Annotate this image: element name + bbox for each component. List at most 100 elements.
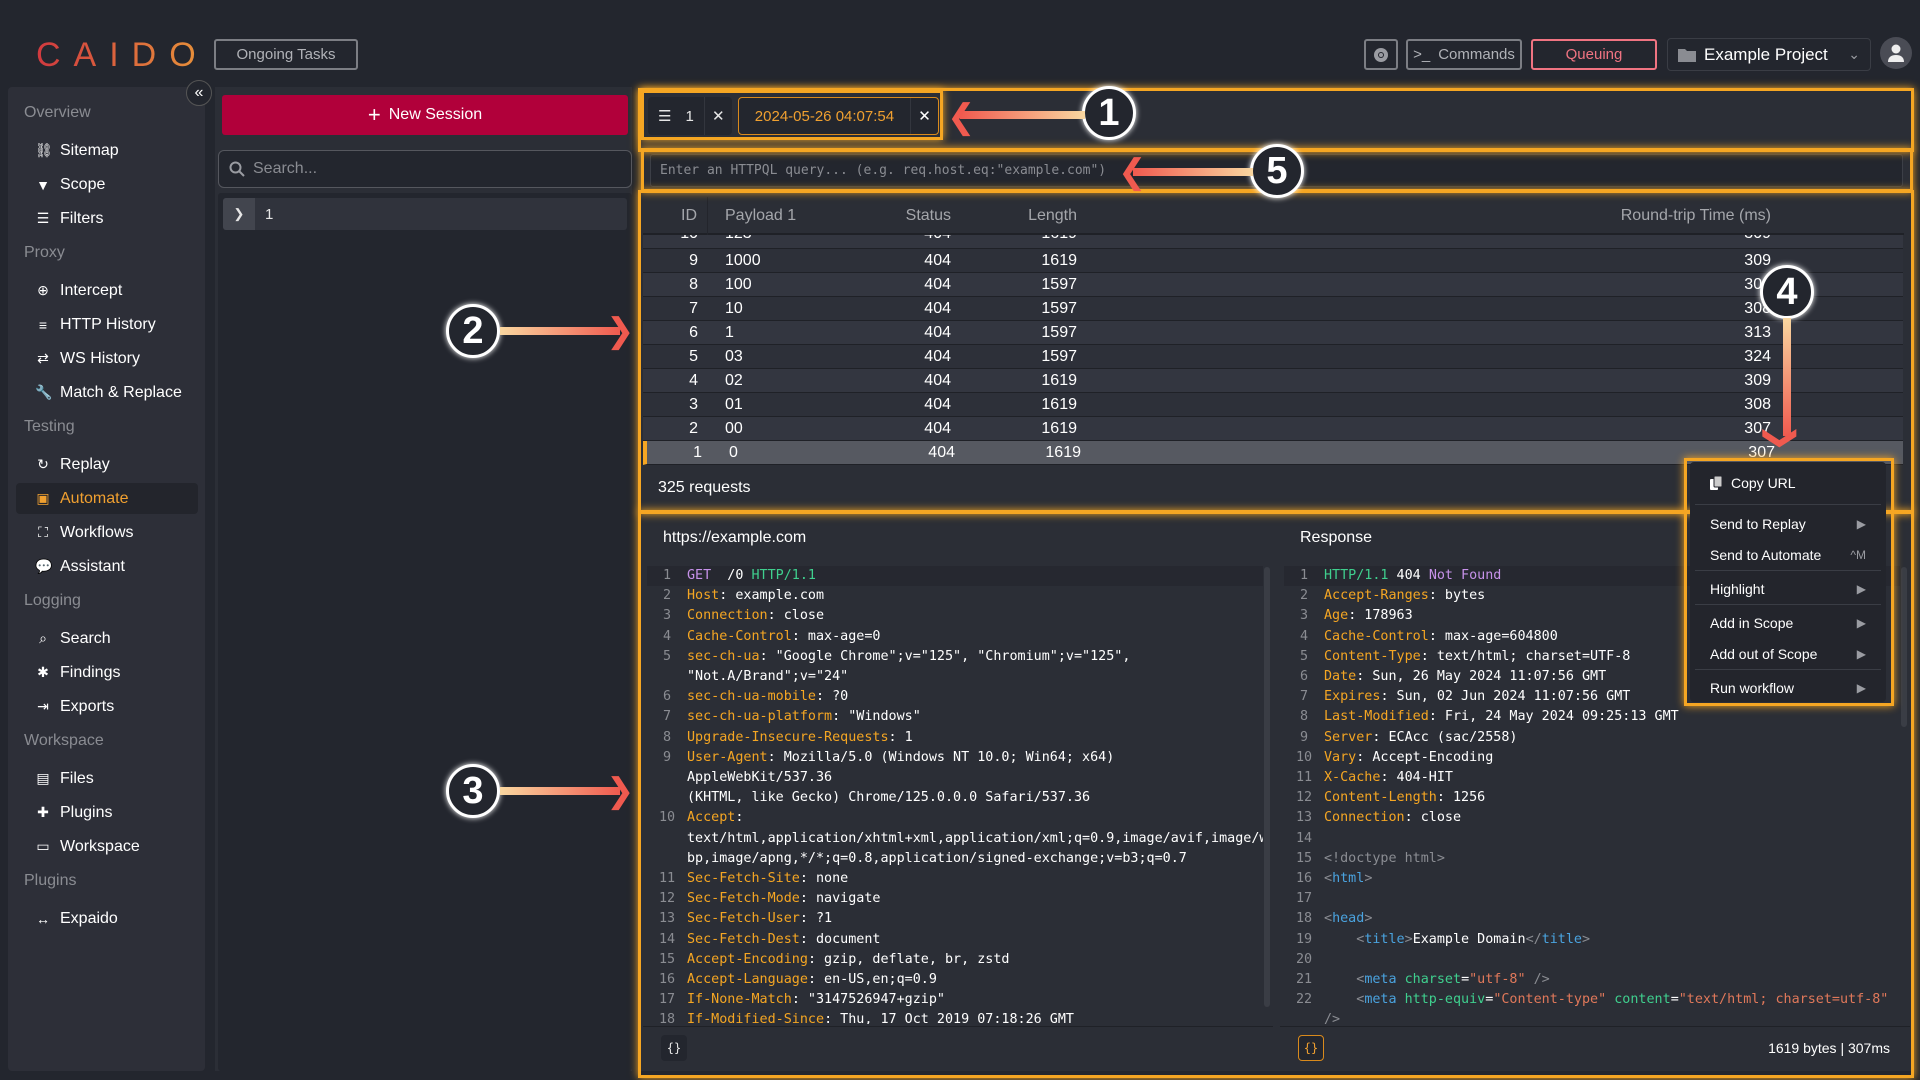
sidebar-item-filters[interactable]: ☰ Filters <box>16 203 198 234</box>
sidebar-item-plugins[interactable]: ✚ Plugins <box>16 797 198 828</box>
date-chip[interactable]: 2024-05-26 04:07:54 ✕ <box>737 97 940 135</box>
line-number: 2 <box>1299 588 1309 604</box>
format-button[interactable]: {} <box>661 1035 687 1061</box>
sidebar-item-exports[interactable]: ⇥ Exports <box>16 691 198 722</box>
sidebar-item-expaido[interactable]: ↔ Expaido <box>16 903 198 934</box>
line-number: 5 <box>1299 648 1309 664</box>
code-line: 10 Accept: text/html,application/xhtml+xm… <box>647 808 1263 869</box>
cell-id: 8 <box>689 276 698 293</box>
line-number: 3 <box>662 608 672 624</box>
project-selector[interactable]: Example Project ⌄ <box>1667 38 1871 71</box>
session-search-input[interactable]: Search... <box>218 150 632 188</box>
user-avatar[interactable] <box>1880 37 1912 69</box>
table-row[interactable]: 10 123 404 1619 309 <box>643 235 1903 249</box>
code-token: : Sun, 26 May 2024 11:07:56 GMT <box>1356 669 1607 685</box>
date-label: 2024-05-26 04:07:54 <box>754 107 895 125</box>
httpql-query-input[interactable]: Enter an HTTPQL query... (e.g. req.host.… <box>650 154 1903 187</box>
format-button[interactable]: {} <box>1298 1035 1324 1061</box>
code-token: Accept <box>687 810 736 826</box>
menu-item-run-workflow[interactable]: Run workflow ▶ <box>1690 673 1886 703</box>
menu-item-add-out-of-scope[interactable]: Add out of Scope ▶ <box>1690 639 1886 669</box>
code-token: "Content-type" <box>1493 992 1615 1008</box>
browser-button[interactable] <box>1364 39 1398 70</box>
annotation-arrow <box>960 111 1085 119</box>
table-row[interactable]: 4 02 404 1619 309 <box>643 369 1903 393</box>
table-row[interactable]: 8 100 404 1597 309 <box>643 273 1903 297</box>
sidebar-item-workspace[interactable]: ▭ Workspace <box>16 831 198 862</box>
cell-id: 7 <box>689 300 698 317</box>
code-token: HTTP/1.1 <box>751 568 817 583</box>
chevron-right-icon[interactable]: ❯ <box>223 198 255 230</box>
table-row[interactable]: 9 1000 404 1619 309 <box>643 249 1903 273</box>
table-row[interactable]: 6 1 404 1597 313 <box>643 321 1903 345</box>
close-icon[interactable]: ✕ <box>703 97 732 135</box>
line-number: 6 <box>1299 669 1309 685</box>
sidebar-item-files[interactable]: ▤ Files <box>16 763 198 794</box>
sidebar-item-replay[interactable]: ↻ Replay <box>16 449 198 480</box>
new-session-button[interactable]: + New Session <box>222 95 628 135</box>
table-row[interactable]: 3 01 404 1619 308 <box>643 393 1903 417</box>
filter-chip[interactable]: ☰ 1 ✕ <box>648 97 732 135</box>
menu-item-add-in-scope[interactable]: Add in Scope ▶ <box>1690 608 1886 638</box>
cell-rtt: 309 <box>1744 252 1771 269</box>
sidebar-item-workflows[interactable]: ⛶ Workflows <box>16 517 198 548</box>
sidebar-item-ws-history[interactable]: ⇄ WS History <box>16 343 198 374</box>
column-header-status[interactable]: Status <box>883 197 963 235</box>
cell-rtt: 309 <box>1744 372 1771 389</box>
sidebar-item-intercept[interactable]: ⊕ Intercept <box>16 275 198 306</box>
column-header-length[interactable]: Length <box>963 197 1093 235</box>
queuing-button[interactable]: Queuing <box>1531 39 1657 70</box>
code-token: Example Domain <box>1412 931 1526 947</box>
sidebar-item-label: Expaido <box>60 909 118 927</box>
column-header-id[interactable]: ID <box>643 197 708 235</box>
code-token: content <box>1614 992 1671 1008</box>
table-row[interactable]: 2 00 404 1619 307 <box>643 417 1903 441</box>
request-editor[interactable]: 1 GET /0 HTTP/1.1 2 Host: example.com 3 Conne… <box>647 566 1263 1024</box>
close-icon[interactable]: ✕ <box>910 98 938 134</box>
menu-item-send-to-automate[interactable]: Send to Automate ^M <box>1690 540 1886 570</box>
sidebar-item-findings[interactable]: ✱ Findings <box>16 657 198 688</box>
filter-count: 1 <box>685 107 694 125</box>
code-line: 11 X-Cache: 404-HIT <box>1284 768 1900 788</box>
menu-item-send-to-replay[interactable]: Send to Replay ▶ <box>1690 509 1886 539</box>
code-token: If-Modified-Since <box>687 1012 825 1024</box>
sidebar-item-http-history[interactable]: ≡ HTTP History <box>16 309 198 340</box>
table-row[interactable]: 5 03 404 1597 324 <box>643 345 1903 369</box>
menu-item-highlight[interactable]: Highlight ▶ <box>1690 574 1886 604</box>
line-number: 14 <box>1295 830 1313 846</box>
menu-item-label: Copy URL <box>1731 475 1796 491</box>
cell-length: 1619 <box>1045 444 1081 461</box>
line-number: 17 <box>1295 891 1313 907</box>
column-header-rtt[interactable]: Round-trip Time (ms) <box>1093 197 1771 235</box>
response-scrollbar[interactable] <box>1901 567 1907 727</box>
request-scrollbar[interactable] <box>1264 567 1270 1007</box>
menu-item-label: Highlight <box>1710 581 1765 597</box>
table-scrollbar[interactable] <box>1904 200 1910 468</box>
menu-item-label: Send to Automate <box>1710 547 1822 563</box>
sidebar-item-match-replace[interactable]: 🔧 Match & Replace <box>16 377 198 408</box>
ongoing-tasks-button[interactable]: Ongoing Tasks <box>214 39 358 70</box>
sidebar-item-scope[interactable]: ▼ Scope <box>16 169 198 200</box>
line-number: 22 <box>1295 992 1313 1008</box>
table-row[interactable]: 7 10 404 1597 308 <box>643 297 1903 321</box>
line-text: If-Modified-Since: Thu, 17 Oct 2019 07:1… <box>687 1010 1074 1024</box>
code-token: Server <box>1324 729 1373 745</box>
sidebar-item-search[interactable]: ⌕ Search <box>16 623 198 654</box>
sidebar-item-sitemap[interactable]: ⛓ Sitemap <box>16 135 198 166</box>
menu-item-label: Add out of Scope <box>1710 646 1818 662</box>
session-item[interactable]: ❯ 1 <box>223 198 627 230</box>
line-number: 7 <box>662 709 672 725</box>
commands-button[interactable]: >_ Commands <box>1406 39 1522 70</box>
menu-item-copy-url[interactable]: Copy URL <box>1690 468 1886 498</box>
sidebar-item-automate[interactable]: ▣ Automate <box>16 483 198 514</box>
column-header-payload[interactable]: Payload 1 <box>725 197 883 235</box>
code-token: Accept-Encoding <box>687 951 808 967</box>
sidebar-item-assistant[interactable]: 💬 Assistant <box>16 551 198 582</box>
sliders-icon: ☰ <box>658 108 672 125</box>
bug-icon: ✱ <box>37 664 49 680</box>
code-token: : close <box>1404 810 1462 826</box>
cell-rtt: 313 <box>1744 324 1771 341</box>
code-line: 15 Accept-Encoding: gzip, deflate, br, zs… <box>647 950 1263 970</box>
code-token: : max-age=604800 <box>1428 628 1558 644</box>
collapse-sidebar-button[interactable]: « <box>186 80 212 106</box>
